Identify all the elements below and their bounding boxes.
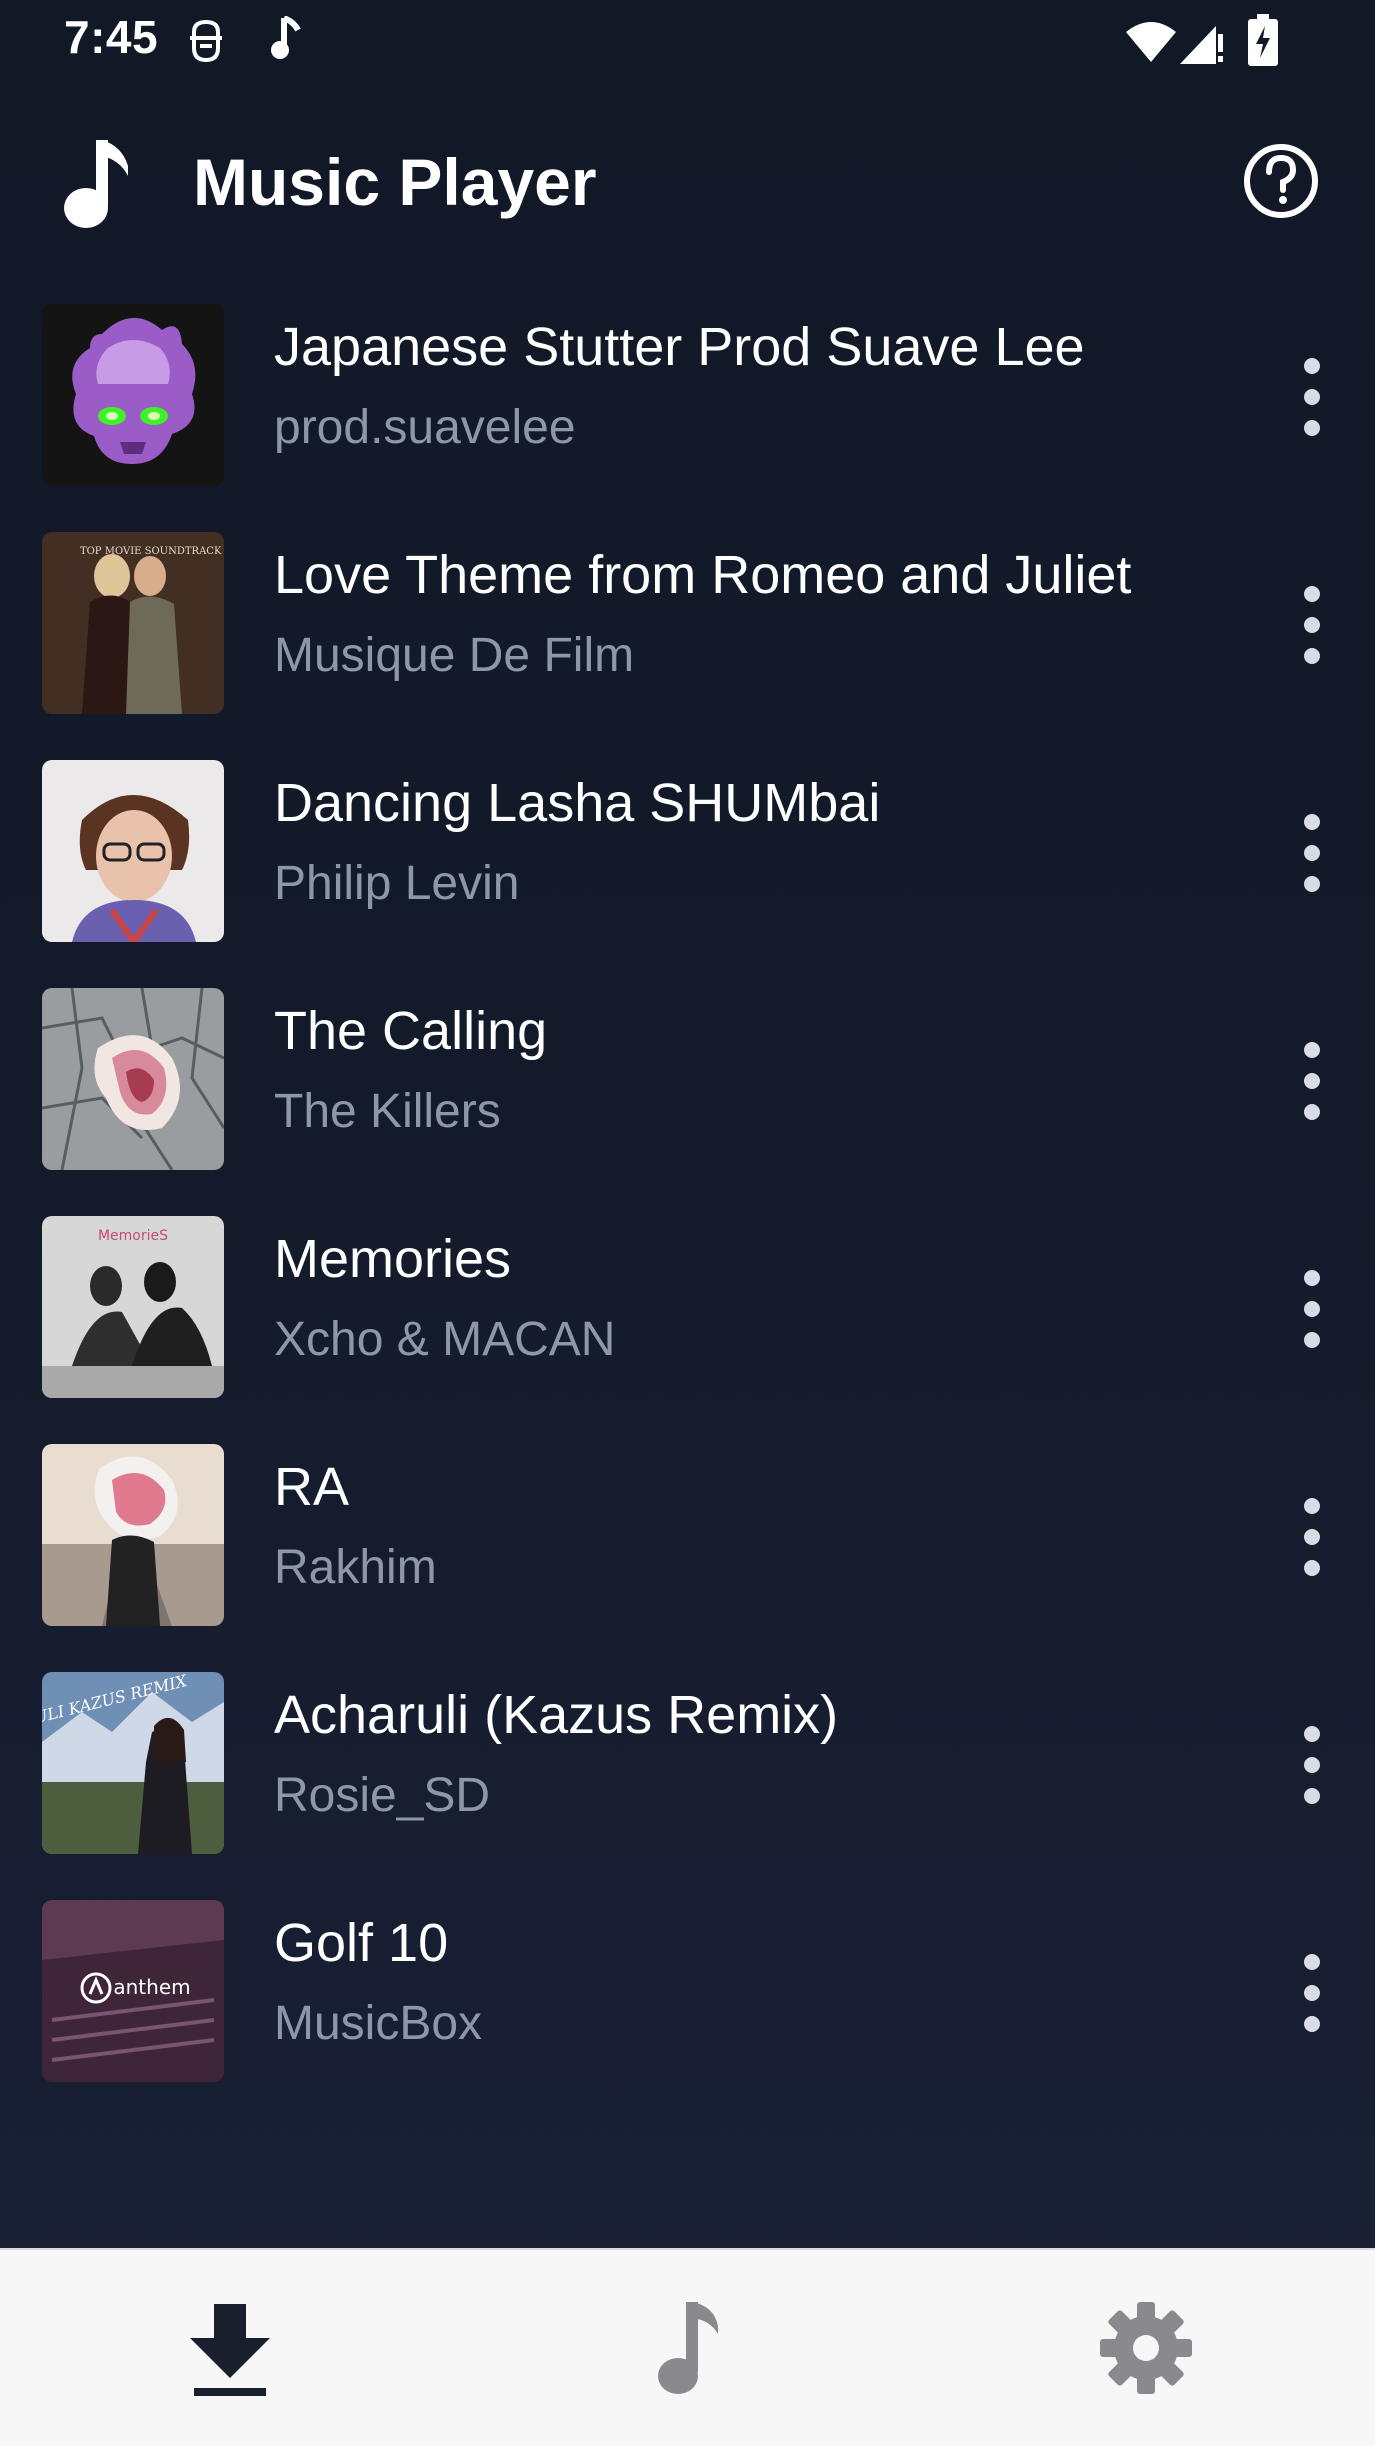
song-artist: Rosie_SD (274, 1769, 491, 1822)
song-artist: Rakhim (274, 1541, 437, 1594)
help-circle-icon[interactable] (1236, 136, 1326, 226)
music-note-icon (64, 140, 128, 228)
music-note-icon[interactable] (628, 2296, 748, 2400)
download-icon[interactable] (170, 2296, 290, 2400)
song-item[interactable]: RA Rakhim (0, 1440, 1375, 1668)
album-cover (42, 304, 224, 486)
more-vert-icon[interactable] (1286, 1950, 1338, 2036)
song-item[interactable]: TOP MOVIE SOUNDTRACK LOVE THEMES Love Th… (0, 528, 1375, 756)
song-item[interactable]: The Calling The Killers (0, 984, 1375, 1212)
music-note-icon (271, 16, 301, 59)
page-title: Music Player (193, 145, 597, 219)
album-cover (42, 760, 224, 942)
album-cover: MemorieS (42, 1216, 224, 1398)
song-artist: Musique De Film (274, 629, 635, 682)
song-item[interactable]: anthem Golf 10 MusicBox (0, 1896, 1375, 2124)
cell-signal-icon (1180, 26, 1223, 64)
song-artist: MusicBox (274, 1997, 483, 2050)
settings-gear-icon[interactable] (1086, 2296, 1206, 2400)
more-vert-icon[interactable] (1286, 810, 1338, 896)
song-title: RA (274, 1457, 350, 1517)
song-title: Acharuli (Kazus Remix) (274, 1685, 839, 1745)
cover-text: MemorieS (98, 1228, 168, 1244)
song-item[interactable]: Japanese Stutter Prod Suave Lee prod.sua… (0, 300, 1375, 528)
song-title: Dancing Lasha SHUMbai (274, 773, 881, 833)
album-cover (42, 988, 224, 1170)
song-item[interactable]: MemorieS Memories Xcho & MACAN (0, 1212, 1375, 1440)
album-cover: TOP MOVIE SOUNDTRACK LOVE THEMES (42, 532, 224, 714)
song-item[interactable]: ACHARULI KAZUS REMIX Acharuli (Kazus Rem… (0, 1668, 1375, 1896)
battery-charging-icon (1248, 14, 1278, 66)
song-artist: The Killers (274, 1085, 501, 1138)
song-title: Golf 10 (274, 1913, 449, 1973)
accessibility-icon (190, 19, 222, 63)
song-title: Love Theme from Romeo and Juliet (274, 545, 1132, 605)
more-vert-icon[interactable] (1286, 582, 1338, 668)
wifi-icon (1126, 22, 1176, 62)
more-vert-icon[interactable] (1286, 1266, 1338, 1352)
cover-text: anthem (113, 1975, 190, 1999)
song-title: Memories (274, 1229, 512, 1289)
song-artist: Philip Levin (274, 857, 520, 910)
more-vert-icon[interactable] (1286, 354, 1338, 440)
status-time: 7:45 (64, 11, 159, 63)
cover-text: TOP MOVIE SOUNDTRACK LOVE THEMES (80, 546, 224, 557)
song-artist: prod.suavelee (274, 401, 576, 454)
bottom-navigation (0, 2248, 1375, 2446)
song-title: The Calling (274, 1001, 548, 1061)
song-title: Japanese Stutter Prod Suave Lee (274, 317, 1085, 377)
more-vert-icon[interactable] (1286, 1038, 1338, 1124)
more-vert-icon[interactable] (1286, 1494, 1338, 1580)
song-list: Japanese Stutter Prod Suave Lee prod.sua… (0, 300, 1375, 2124)
more-vert-icon[interactable] (1286, 1722, 1338, 1808)
album-cover (42, 1444, 224, 1626)
album-cover: ACHARULI KAZUS REMIX (42, 1672, 224, 1854)
album-cover: anthem (42, 1900, 224, 2082)
status-bar: 7:45 (0, 0, 1375, 84)
song-artist: Xcho & MACAN (274, 1313, 616, 1366)
app-header: Music Player (0, 120, 1375, 250)
song-item[interactable]: Dancing Lasha SHUMbai Philip Levin (0, 756, 1375, 984)
